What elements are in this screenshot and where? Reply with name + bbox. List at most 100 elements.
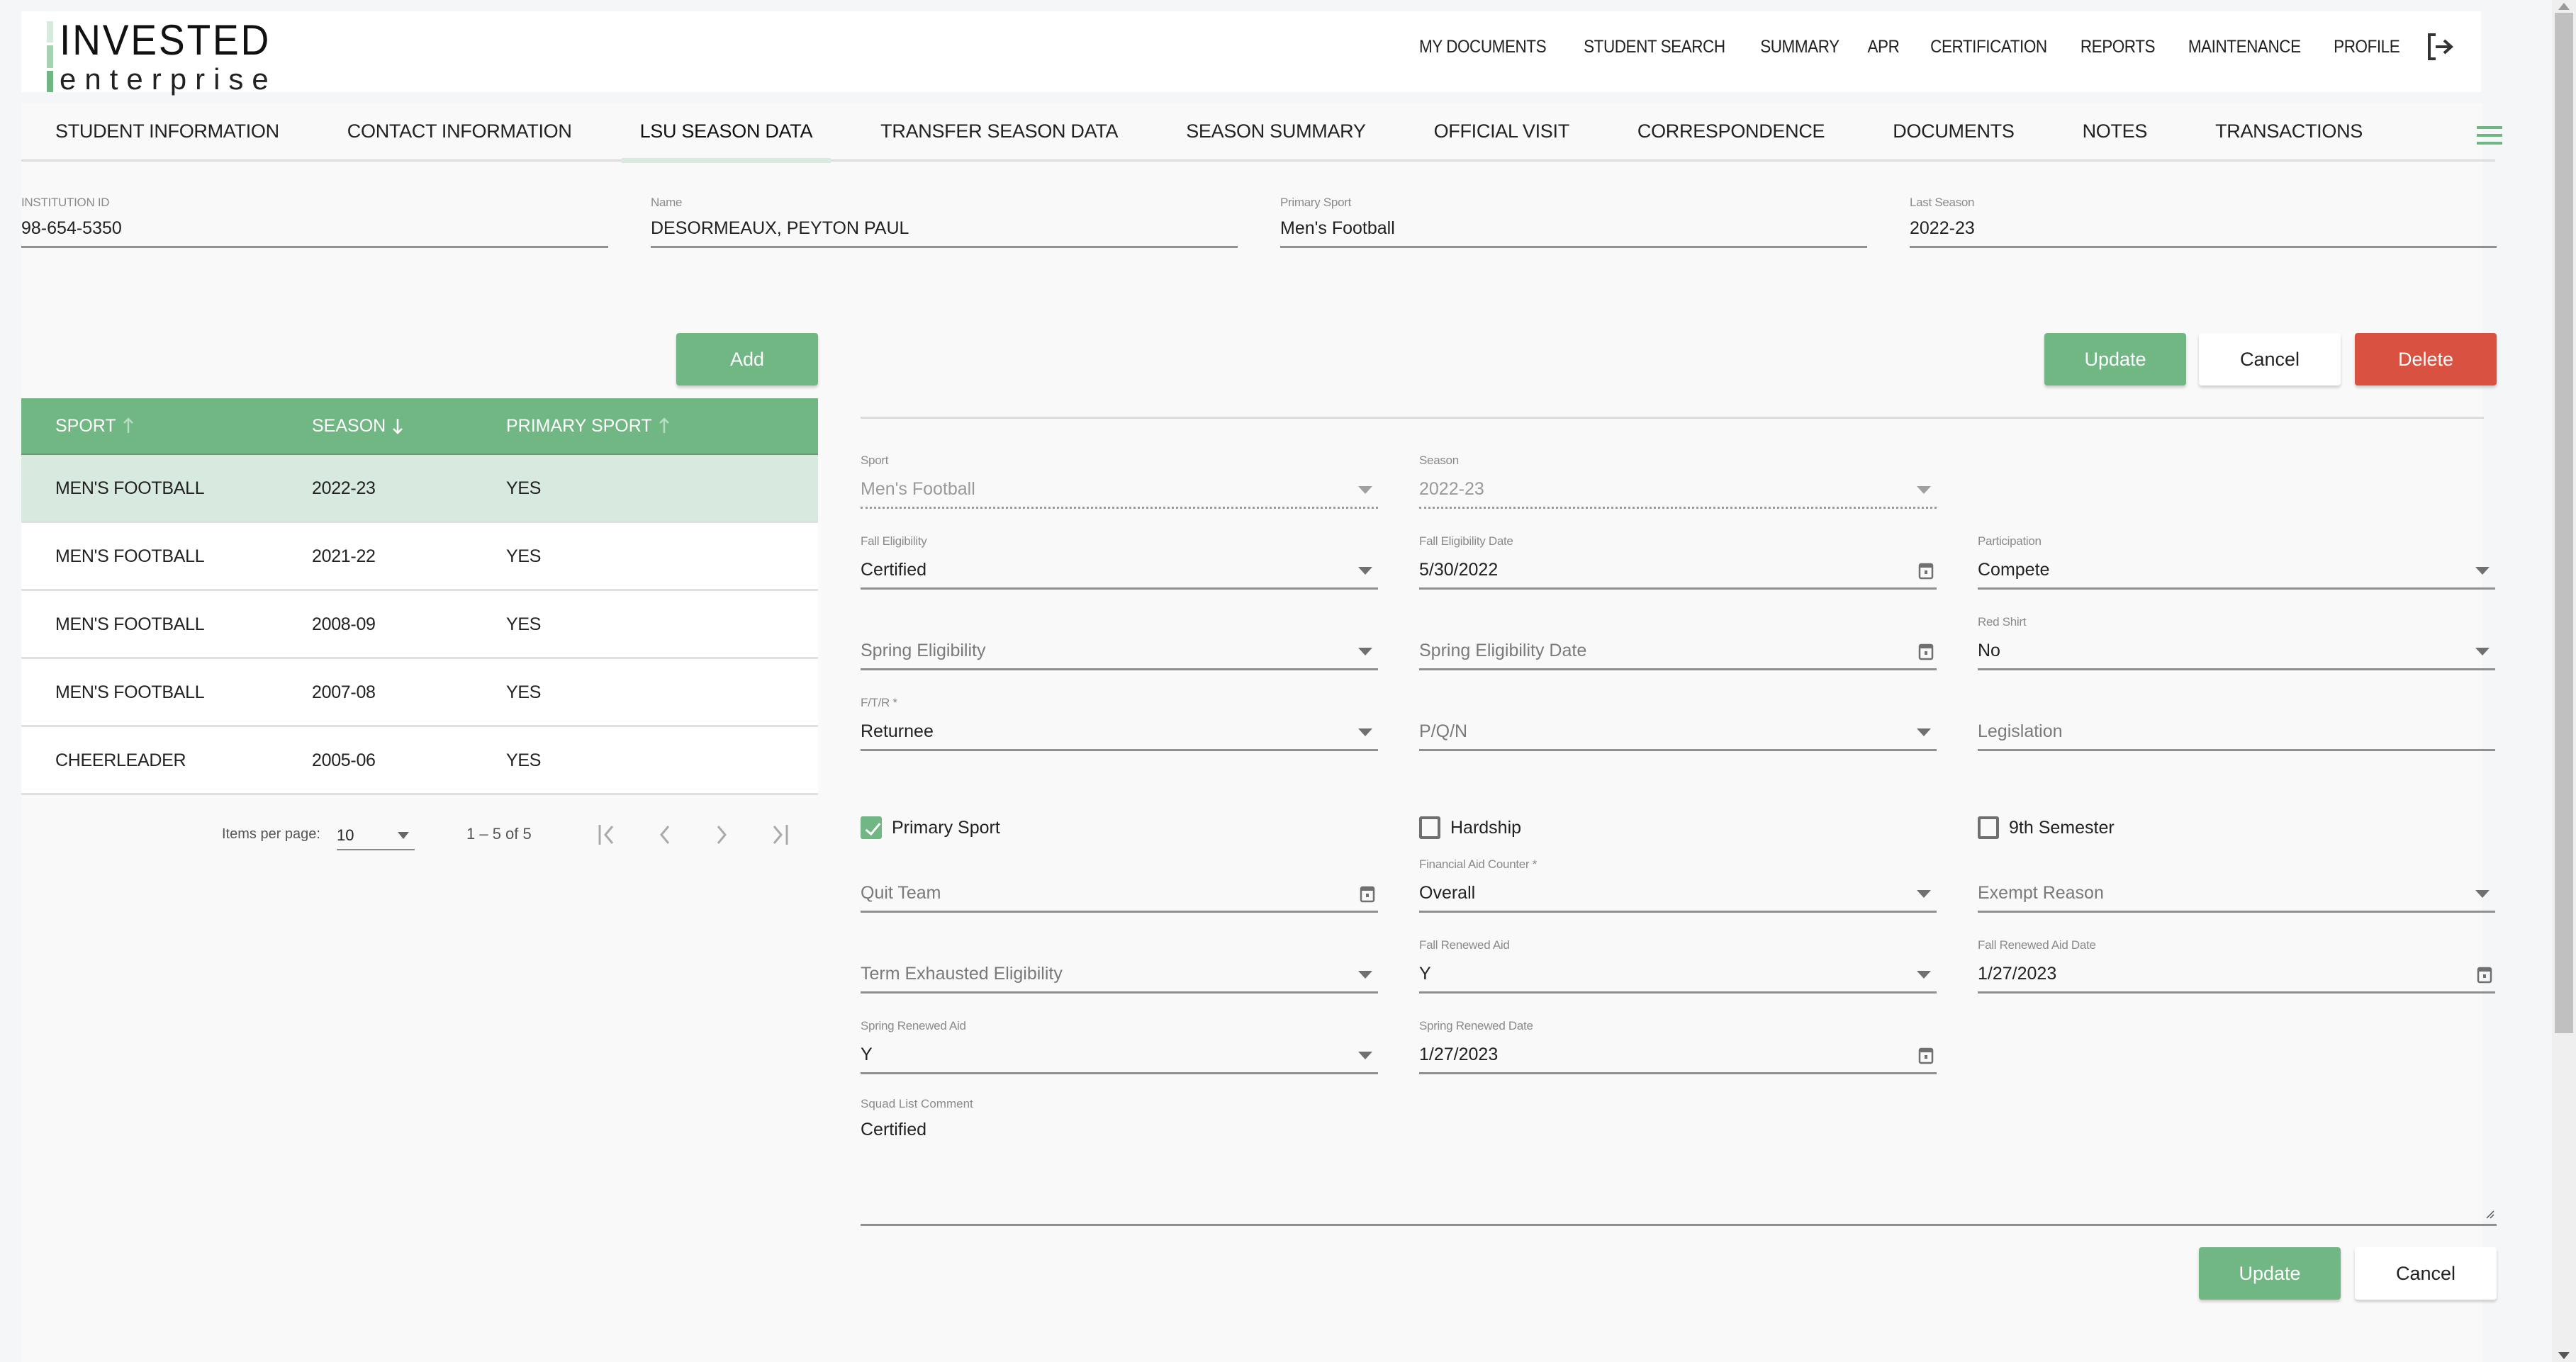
cell-season: 2005-06 (312, 750, 376, 770)
tab-official-visit[interactable]: OFFICIAL VISIT (1400, 103, 1603, 161)
dropdown-arrow-icon (2475, 567, 2490, 575)
nav-reports[interactable]: REPORTS (2081, 37, 2156, 57)
nav-maintenance[interactable]: MAINTENANCE (2188, 37, 2301, 57)
add-season-button[interactable]: Add (676, 333, 818, 385)
calendar-icon[interactable] (1360, 884, 1375, 903)
cancel-button-bottom[interactable]: Cancel (2355, 1247, 2497, 1300)
field-label: Fall Renewed Aid Date (1978, 938, 2096, 952)
tab-contact-information[interactable]: CONTACT INFORMATION (313, 103, 606, 161)
legislation-input[interactable]: Legislation (1978, 696, 2495, 751)
dropdown-arrow-icon (2475, 648, 2490, 655)
nav-certification[interactable]: CERTIFICATION (1930, 37, 2047, 57)
items-per-page-value: 10 (337, 826, 354, 844)
spring-eligibility-date-input[interactable]: Spring Eligibility Date (1419, 615, 1937, 670)
table-row[interactable]: MEN'S FOOTBALL 2022-23 YES (21, 455, 818, 523)
term-exhausted-eligibility-select[interactable]: Term Exhausted Eligibility (861, 938, 1378, 994)
season-select[interactable]: Season 2022-23 (1419, 454, 1937, 509)
tab-lsu-season-data[interactable]: LSU SEASON DATA (606, 103, 847, 163)
quit-team-date-input[interactable]: Quit Team (861, 857, 1378, 913)
resize-handle-icon[interactable] (2484, 1208, 2495, 1220)
institution-id-field: INSTITUTION ID 98-654-5350 (21, 196, 608, 248)
logout-icon[interactable] (2426, 33, 2455, 61)
table-row[interactable]: CHEERLEADER 2005-06 YES (21, 727, 818, 795)
exempt-reason-placeholder: Exempt Reason (1978, 883, 2104, 903)
items-per-page-select[interactable]: 10 (337, 822, 415, 850)
next-page-icon[interactable] (707, 821, 736, 849)
nav-my-documents[interactable]: MY DOCUMENTS (1419, 37, 1547, 57)
page-scrollbar[interactable] (2552, 0, 2576, 1362)
tab-transactions[interactable]: TRANSACTIONS (2181, 103, 2397, 161)
spring-renewed-date-input[interactable]: Spring Renewed Date 1/27/2023 (1419, 1019, 1937, 1074)
scroll-down-icon[interactable] (2558, 1352, 2570, 1359)
hamburger-menu-icon[interactable] (2477, 126, 2502, 145)
last-page-icon[interactable] (764, 821, 793, 849)
scrollbar-thumb[interactable] (2555, 13, 2573, 1033)
update-button-top[interactable]: Update (2044, 333, 2186, 385)
cell-primary: YES (506, 546, 542, 566)
previous-page-icon[interactable] (651, 821, 679, 849)
participation-select[interactable]: Participation Compete (1978, 534, 2495, 590)
sort-desc-icon (393, 419, 403, 434)
nav-apr[interactable]: APR (1868, 37, 1900, 57)
tab-student-information[interactable]: STUDENT INFORMATION (21, 103, 313, 161)
checkbox-label: Hardship (1450, 817, 1522, 838)
ftr-value: Returnee (861, 721, 934, 741)
checkbox-unchecked-icon[interactable] (1978, 816, 1999, 839)
spring-eligibility-select[interactable]: Spring Eligibility (861, 615, 1378, 670)
column-header-season[interactable]: SEASON (312, 416, 403, 437)
scroll-up-icon[interactable] (2558, 3, 2570, 10)
field-label: Primary Sport (1280, 196, 1352, 209)
tab-correspondence[interactable]: CORRESPONDENCE (1603, 103, 1859, 161)
checkbox-checked-icon[interactable] (861, 816, 882, 839)
fall-renewed-aid-select[interactable]: Fall Renewed Aid Y (1419, 938, 1937, 994)
nav-profile[interactable]: PROFILE (2334, 37, 2400, 57)
nav-summary[interactable]: SUMMARY (1760, 37, 1839, 57)
hardship-checkbox[interactable]: Hardship (1419, 816, 1521, 839)
checkbox-label: Primary Sport (892, 817, 1000, 838)
column-header-sport[interactable]: SPORT (55, 416, 133, 437)
brand-logo[interactable]: INVESTED enterprise (47, 16, 316, 96)
dropdown-arrow-icon (1358, 567, 1372, 575)
column-header-primary-sport[interactable]: PRIMARY SPORT (506, 416, 669, 437)
spring-renewed-aid-select[interactable]: Spring Renewed Aid Y (861, 1019, 1378, 1074)
financial-aid-counter-value: Overall (1419, 883, 1476, 903)
tab-transfer-season-data[interactable]: TRANSFER SEASON DATA (846, 103, 1152, 161)
table-row[interactable]: MEN'S FOOTBALL 2021-22 YES (21, 523, 818, 591)
financial-aid-counter-select[interactable]: Financial Aid Counter * Overall (1419, 857, 1937, 913)
sport-select[interactable]: Sport Men's Football (861, 454, 1378, 509)
squad-list-comment-textarea[interactable]: Squad List Comment Certified (861, 1097, 2497, 1226)
dropdown-arrow-icon (1917, 971, 1931, 979)
tab-season-summary[interactable]: SEASON SUMMARY (1152, 103, 1399, 161)
update-button-bottom[interactable]: Update (2199, 1247, 2341, 1300)
sort-asc-icon (123, 417, 133, 433)
fall-renewed-aid-date-input[interactable]: Fall Renewed Aid Date 1/27/2023 (1978, 938, 2495, 994)
pqn-select[interactable]: P/Q/N (1419, 696, 1937, 751)
cancel-button-top[interactable]: Cancel (2199, 333, 2341, 385)
column-label: SPORT (55, 415, 116, 436)
calendar-icon[interactable] (2477, 965, 2492, 984)
primary-sport-checkbox[interactable]: Primary Sport (861, 816, 1000, 839)
ftr-select[interactable]: F/T/R * Returnee (861, 696, 1378, 751)
tab-notes[interactable]: NOTES (2049, 103, 2182, 161)
calendar-icon[interactable] (1918, 642, 1934, 660)
calendar-icon[interactable] (1918, 561, 1934, 580)
calendar-icon[interactable] (1918, 1046, 1934, 1064)
red-shirt-select[interactable]: Red Shirt No (1978, 615, 2495, 670)
fall-renewed-aid-value: Y (1419, 964, 1431, 984)
table-row[interactable]: MEN'S FOOTBALL 2008-09 YES (21, 591, 818, 659)
red-shirt-value: No (1978, 641, 2000, 660)
logo-bar (47, 71, 53, 92)
table-row[interactable]: MEN'S FOOTBALL 2007-08 YES (21, 659, 818, 727)
nav-student-search[interactable]: STUDENT SEARCH (1584, 37, 1725, 57)
cell-sport: MEN'S FOOTBALL (55, 682, 205, 702)
fall-eligibility-select[interactable]: Fall Eligibility Certified (861, 534, 1378, 590)
legislation-placeholder: Legislation (1978, 721, 2063, 741)
delete-button[interactable]: Delete (2355, 333, 2497, 385)
ninth-semester-checkbox[interactable]: 9th Semester (1978, 816, 2115, 839)
exempt-reason-select[interactable]: Exempt Reason (1978, 857, 2495, 913)
first-page-icon[interactable] (594, 821, 622, 849)
name-field: Name DESORMEAUX, PEYTON PAUL (651, 196, 1238, 248)
checkbox-unchecked-icon[interactable] (1419, 816, 1440, 839)
fall-eligibility-date-input[interactable]: Fall Eligibility Date 5/30/2022 (1419, 534, 1937, 590)
tab-documents[interactable]: DOCUMENTS (1859, 103, 2048, 161)
